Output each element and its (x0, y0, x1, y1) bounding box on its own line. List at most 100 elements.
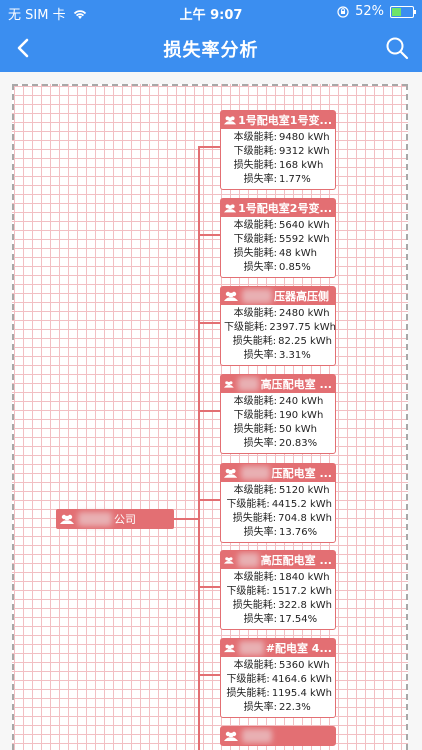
metric-value: 1517.2 kWh (271, 586, 332, 597)
metric-value: 3.31% (279, 350, 311, 361)
node-body: 本级能耗: 5120 kWh 下级能耗: 4415.2 kWh 损失能耗: 704.8 k… (221, 482, 335, 542)
node-header: 1号配电室2号变... (221, 199, 335, 217)
node-header: 1号配电室1号变... (221, 111, 335, 129)
metric-row-lower: 下级能耗: 1517.2 kWh (224, 585, 332, 599)
redacted-name (242, 729, 272, 743)
metric-label: 下级能耗: (233, 234, 277, 245)
metric-row-rate: 损失率: 3.31% (224, 349, 332, 363)
node-header: 高压配电室 ... (221, 375, 335, 393)
metric-label: 损失率: (243, 350, 277, 361)
metric-label: 下级能耗: (226, 586, 270, 597)
metric-label: 本级能耗: (233, 660, 277, 671)
metric-label: 损失率: (243, 527, 277, 538)
people-icon (60, 514, 74, 524)
battery-icon (390, 5, 416, 18)
node-title: 压配电室 ... (271, 467, 332, 480)
metric-value: 5640 kWh (279, 220, 330, 231)
redacted-name (239, 641, 264, 655)
metric-label: 损失能耗: (233, 424, 277, 435)
metric-row-self: 本级能耗: 5360 kWh (224, 659, 332, 673)
metric-value: 5592 kWh (279, 234, 330, 245)
node-body: 本级能耗: 5640 kWh 下级能耗: 5592 kWh 损失能耗: 48 kWh 损失率… (221, 217, 335, 277)
metric-value: 1840 kWh (279, 572, 330, 583)
metric-label: 下级能耗: (233, 410, 277, 421)
node-body: 本级能耗: 2480 kWh 下级能耗: 2397.75 kWh 损失能耗: 82.25 … (221, 305, 336, 365)
metric-label: 损失能耗: (233, 160, 277, 171)
metric-label: 本级能耗: (233, 396, 277, 407)
connector-child (198, 234, 220, 236)
metric-row-loss: 损失能耗: 82.25 kWh (224, 335, 332, 349)
node-title: 1号配电室2号变... (238, 202, 332, 215)
tree-board[interactable]: 公司 1号配电室1号变... 本级能耗: 9480 kWh 下级能耗: 9312 kWh… (12, 84, 408, 750)
metric-label: 本级能耗: (233, 220, 277, 231)
metric-label: 损失能耗: (226, 688, 270, 699)
root-node[interactable]: 公司 (56, 509, 174, 529)
metric-row-self: 本级能耗: 5640 kWh (224, 219, 332, 233)
metric-row-lower: 下级能耗: 190 kWh (224, 409, 332, 423)
metric-label: 下级能耗: (226, 499, 270, 510)
metric-value: 240 kWh (279, 396, 324, 407)
metric-row-lower: 下级能耗: 2397.75 kWh (224, 321, 336, 335)
node-header: #配电室 4... (221, 639, 335, 657)
energy-node-card[interactable] (220, 726, 336, 746)
metric-value: 48 kWh (279, 248, 317, 259)
node-header: 压器高压侧 (221, 287, 335, 305)
battery-percent: 52% (355, 4, 384, 19)
metric-label: 损失率: (243, 174, 277, 185)
metric-value: 4415.2 kWh (271, 499, 332, 510)
redacted-name (78, 512, 112, 526)
node-header: 高压配电室 ... (221, 551, 335, 569)
energy-node-card[interactable]: 1号配电室1号变... 本级能耗: 9480 kWh 下级能耗: 9312 kWh 损失能… (220, 110, 336, 190)
metric-row-rate: 损失率: 17.54% (224, 613, 332, 627)
energy-node-card[interactable]: 高压配电室 ... 本级能耗: 240 kWh 下级能耗: 190 kWh 损失能耗: 50… (220, 374, 336, 454)
metric-value: 4164.6 kWh (271, 674, 332, 685)
metric-value: 82.25 kWh (278, 336, 332, 347)
energy-node-card[interactable]: #配电室 4... 本级能耗: 5360 kWh 下级能耗: 4164.6 kWh 损失能… (220, 638, 336, 718)
node-body: 本级能耗: 5360 kWh 下级能耗: 4164.6 kWh 损失能耗: 1195.4 … (221, 657, 335, 717)
metric-row-self: 本级能耗: 5120 kWh (224, 484, 332, 498)
metric-value: 168 kWh (279, 160, 324, 171)
node-body: 本级能耗: 240 kWh 下级能耗: 190 kWh 损失能耗: 50 kWh 损失率: 2… (221, 393, 335, 453)
energy-node-card[interactable]: 1号配电室2号变... 本级能耗: 5640 kWh 下级能耗: 5592 kWh 损失能… (220, 198, 336, 278)
metric-row-loss: 损失能耗: 50 kWh (224, 423, 332, 437)
page-title: 损失率分析 (163, 40, 259, 61)
metric-label: 本级能耗: (233, 485, 277, 496)
metric-label: 损失能耗: (233, 248, 277, 259)
metric-row-loss: 损失能耗: 704.8 kWh (224, 512, 332, 526)
metric-label: 损失率: (243, 262, 277, 273)
metric-value: 1195.4 kWh (271, 688, 332, 699)
metric-value: 704.8 kWh (278, 513, 332, 524)
nav-bar: 损失率分析 (0, 24, 422, 72)
energy-node-card[interactable]: 高压配电室 ... 本级能耗: 1840 kWh 下级能耗: 1517.2 kWh 损失能… (220, 550, 336, 630)
metric-label: 下级能耗: (226, 674, 270, 685)
energy-node-card[interactable]: 压配电室 ... 本级能耗: 5120 kWh 下级能耗: 4415.2 kWh 损失能耗… (220, 463, 336, 543)
redacted-name (241, 466, 270, 480)
metric-row-self: 本级能耗: 240 kWh (224, 395, 332, 409)
metric-label: 下级能耗: (233, 146, 277, 157)
analysis-canvas: 公司 1号配电室1号变... 本级能耗: 9480 kWh 下级能耗: 9312 kWh… (0, 72, 422, 750)
metric-row-self: 本级能耗: 9480 kWh (224, 131, 332, 145)
metric-value: 2397.75 kWh (269, 322, 336, 333)
node-title: 1号配电室1号变... (238, 114, 332, 127)
connector-root (174, 518, 198, 520)
node-body: 本级能耗: 1840 kWh 下级能耗: 1517.2 kWh 损失能耗: 322.8 k… (221, 569, 335, 629)
people-icon (224, 644, 236, 652)
root-label: 公司 (114, 513, 136, 526)
metric-value: 1.77% (279, 174, 311, 185)
metric-row-rate: 损失率: 0.85% (224, 261, 332, 275)
redacted-name (237, 553, 259, 567)
metric-label: 本级能耗: (233, 132, 277, 143)
energy-node-card[interactable]: 压器高压侧 本级能耗: 2480 kWh 下级能耗: 2397.75 kWh 损失能耗: 8… (220, 286, 336, 366)
metric-label: 损失能耗: (232, 600, 277, 611)
rotation-lock-icon (337, 5, 349, 18)
connector-child (198, 146, 220, 148)
metric-row-self: 本级能耗: 1840 kWh (224, 571, 332, 585)
connector-child (198, 586, 220, 588)
people-icon (224, 115, 237, 124)
people-icon (224, 291, 238, 301)
metric-value: 9480 kWh (279, 132, 330, 143)
search-icon[interactable] (384, 35, 410, 61)
metric-row-loss: 损失能耗: 168 kWh (224, 159, 332, 173)
metric-value: 20.83% (279, 438, 318, 449)
people-icon (224, 203, 237, 212)
